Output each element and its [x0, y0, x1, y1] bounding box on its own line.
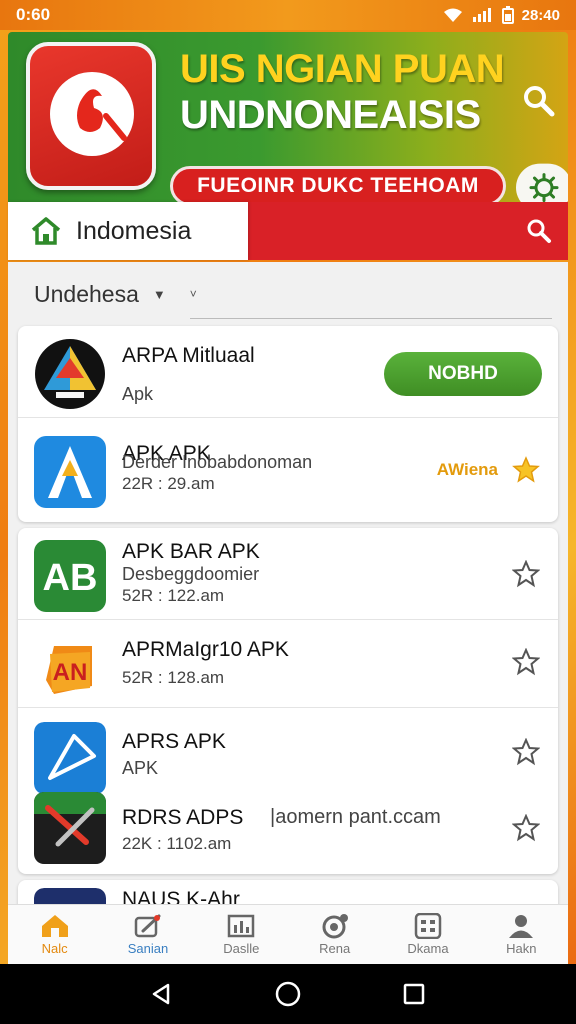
- app-meta: 52R : 128.am: [122, 668, 225, 687]
- chart-icon: [228, 914, 255, 938]
- status-clock: 28:40: [521, 6, 560, 24]
- app-subtitle: Apk: [122, 384, 154, 404]
- status-icons: 28:40: [442, 6, 560, 24]
- signal-icon: [472, 8, 491, 22]
- app-title: APRMaIgr10 APK: [122, 638, 289, 661]
- target-icon: [322, 914, 348, 939]
- filter-dropdown[interactable]: Undehesa ▼ ˅: [8, 262, 568, 326]
- app-icon: AN: [46, 646, 92, 694]
- list-item[interactable]: APRS APK APK: [18, 708, 558, 794]
- app-icon: [34, 888, 106, 904]
- app-title: ARPA Mitluaal: [122, 344, 255, 367]
- nav-item-chart[interactable]: Daslle: [196, 905, 286, 965]
- app-subtitle: |aomern pant.ccam: [270, 806, 441, 828]
- star-icon[interactable]: [512, 738, 540, 766]
- home-icon: [41, 915, 68, 937]
- app-list-card: AB APK BAR APK Desbeggdoomier 52R : 122.…: [18, 528, 558, 874]
- nav-item-target[interactable]: Rena: [290, 905, 380, 965]
- nav-item-profile[interactable]: Hakn: [476, 905, 566, 965]
- app-meta: 22R : 29.am: [122, 474, 215, 493]
- banner-title-line2: UNDNONEAISIS: [180, 93, 481, 137]
- nav-label: Daslle: [223, 941, 260, 956]
- featured-card: ARPA Mitluaal Apk NOBHD APK APK Derder I…: [18, 326, 558, 522]
- list-item[interactable]: ARPA Mitluaal Apk NOBHD: [18, 326, 558, 418]
- list-item[interactable]: NAUS K-Ahr: [18, 880, 558, 904]
- award-label: AWiena: [436, 460, 498, 479]
- nav-item-home[interactable]: Nalc: [10, 905, 100, 965]
- nav-item-edit[interactable]: Sanian: [103, 905, 193, 965]
- app-icon: AB: [34, 540, 106, 612]
- app-banner: UIS NGIAN PUAN UNDNONEAISIS FUEOINR DUKC…: [8, 32, 568, 202]
- status-bar: 0:60 28:40: [0, 0, 576, 30]
- status-time: 0:60: [16, 5, 51, 24]
- app-meta: 52R : 122.am: [122, 586, 225, 605]
- banner-search-icon[interactable]: [520, 82, 556, 118]
- star-icon[interactable]: [512, 560, 540, 588]
- app-subtitle: APK: [122, 758, 159, 778]
- banner-title: UIS NGIAN PUAN UNDNONEAISIS: [180, 46, 520, 138]
- gear-icon: [529, 173, 559, 202]
- location-search-icon[interactable]: [526, 218, 552, 244]
- chevron-down-icon: ▼: [152, 286, 166, 302]
- app-title: NAUS K-Ahr: [122, 888, 240, 904]
- list-item[interactable]: AB APK BAR APK Desbeggdoomier 52R : 122.…: [18, 528, 558, 620]
- home-circle-icon[interactable]: [274, 980, 302, 1008]
- battery-icon: [501, 6, 514, 24]
- nav-label: Nalc: [41, 941, 68, 956]
- location-bar: Indomesia: [8, 202, 568, 260]
- list-item[interactable]: APK APK Derder Inobabdonoman 22R : 29.am…: [18, 424, 558, 516]
- app-meta: 22K : 1102.am: [122, 834, 232, 853]
- nav-label: Dkama: [407, 941, 449, 956]
- app-icon: [34, 436, 106, 508]
- nav-item-grid[interactable]: Dkama: [383, 905, 473, 965]
- get-button[interactable]: NOBHD: [384, 352, 542, 396]
- app-subtitle: Derder Inobabdonoman: [122, 452, 313, 472]
- system-navigation-bar: [0, 964, 576, 1024]
- app-logo: [26, 42, 156, 190]
- list-item[interactable]: RDRS ADPS |aomern pant.ccam 22K : 1102.a…: [18, 784, 558, 874]
- star-icon[interactable]: [512, 456, 540, 484]
- banner-title-line1: UIS NGIAN PUAN: [180, 47, 505, 91]
- banner-promo-button[interactable]: FUEOINR DUKC TEEHOAM: [170, 166, 506, 202]
- nav-label: Hakn: [506, 941, 537, 956]
- app-title: APRS APK: [122, 730, 226, 753]
- app-icon: [34, 792, 106, 864]
- person-icon: [509, 915, 534, 938]
- logo-emblem-icon: [50, 72, 134, 156]
- star-icon[interactable]: [512, 648, 540, 676]
- filter-underline: [190, 318, 552, 319]
- back-icon[interactable]: [150, 982, 174, 1006]
- app-list-panel: Undehesa ▼ ˅ ARPA Mitluaal Apk NOBHD APK: [8, 262, 568, 904]
- svg-text:AN: AN: [53, 659, 88, 686]
- nav-label: Rena: [319, 941, 351, 956]
- location-label: Indomesia: [76, 216, 192, 245]
- app-title: RDRS ADPS: [122, 806, 244, 829]
- location-tab[interactable]: Indomesia: [8, 202, 248, 260]
- recents-icon[interactable]: [402, 982, 426, 1006]
- app-subtitle: Desbeggdoomier: [122, 564, 260, 584]
- star-icon[interactable]: [512, 814, 540, 842]
- list-item[interactable]: AN APRMaIgr10 APK 52R : 128.am: [18, 620, 558, 708]
- edit-icon: [134, 914, 161, 938]
- app-title: APK BAR APK: [122, 540, 260, 563]
- svg-text:AB: AB: [43, 557, 98, 599]
- home-icon: [31, 217, 61, 245]
- dropdown-arrow-icon: ˅: [189, 287, 197, 301]
- app-list-card: NAUS K-Ahr: [18, 880, 558, 904]
- bottom-navigation: Nalc Sanian Daslle Rena Dkama Hakn: [8, 904, 568, 964]
- settings-button[interactable]: [516, 163, 568, 202]
- app-icon: [35, 339, 105, 409]
- grid-icon: [414, 913, 442, 939]
- wifi-icon: [443, 8, 462, 22]
- nav-label: Sanian: [127, 941, 169, 956]
- filter-label: Undehesa: [34, 280, 139, 307]
